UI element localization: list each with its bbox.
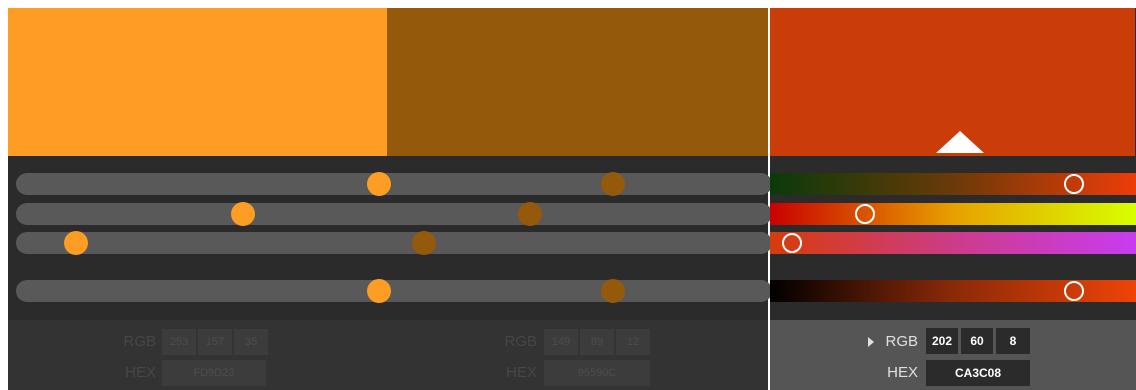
color-swatch-1[interactable] [8, 8, 387, 156]
brightness-slider-handle[interactable] [1063, 281, 1084, 301]
color-1-hex-field[interactable]: FD9D23 [162, 360, 266, 386]
color-1-r-field[interactable]: 253 [162, 329, 196, 355]
color-1-rgb-label: RGB [123, 333, 156, 350]
color-2-r-field[interactable]: 149 [544, 329, 578, 355]
lightness-slider-handle[interactable] [781, 233, 802, 253]
color-1-slider-thumb[interactable] [366, 279, 391, 303]
color-3-g-field[interactable]: 60 [961, 328, 993, 354]
caret-right-icon[interactable] [868, 337, 874, 347]
lightness-gradient-slider[interactable] [770, 232, 1136, 254]
color-2-hex-field[interactable]: 95590C [544, 360, 650, 386]
color-3-r-field[interactable]: 202 [926, 328, 958, 354]
left-border [0, 0, 8, 390]
color-3-hex-label: HEX [887, 364, 918, 381]
color-2-slider-thumb[interactable] [518, 202, 543, 226]
slider-track-4[interactable] [16, 280, 772, 302]
color-swatch-2[interactable] [387, 8, 768, 156]
hue-slider-handle[interactable] [1063, 174, 1084, 194]
color-1-hex-label: HEX [125, 364, 156, 381]
color-2-rgb-label: RGB [504, 333, 537, 350]
color-2-g-field[interactable]: 89 [580, 329, 614, 355]
color-1-b-field[interactable]: 35 [234, 329, 268, 355]
selected-indicator-icon [936, 131, 984, 153]
color-3-hex-field[interactable]: CA3C08 [926, 360, 1030, 386]
color-2-hex-label: HEX [506, 364, 537, 381]
color-1-slider-thumb[interactable] [366, 172, 391, 196]
saturation-gradient-slider[interactable] [770, 203, 1136, 225]
color-3-b-field[interactable]: 8 [996, 328, 1030, 354]
color-1-g-field[interactable]: 157 [198, 329, 232, 355]
color-2-b-field[interactable]: 12 [616, 329, 650, 355]
inactive-sliders-panel [8, 156, 772, 320]
top-border [0, 0, 1136, 8]
slider-track-2[interactable] [16, 203, 772, 225]
color-1-slider-thumb[interactable] [230, 202, 255, 226]
color-3-rgb-label: RGB [885, 333, 918, 350]
slider-track-1[interactable] [16, 173, 772, 195]
slider-track-3[interactable] [16, 232, 772, 254]
